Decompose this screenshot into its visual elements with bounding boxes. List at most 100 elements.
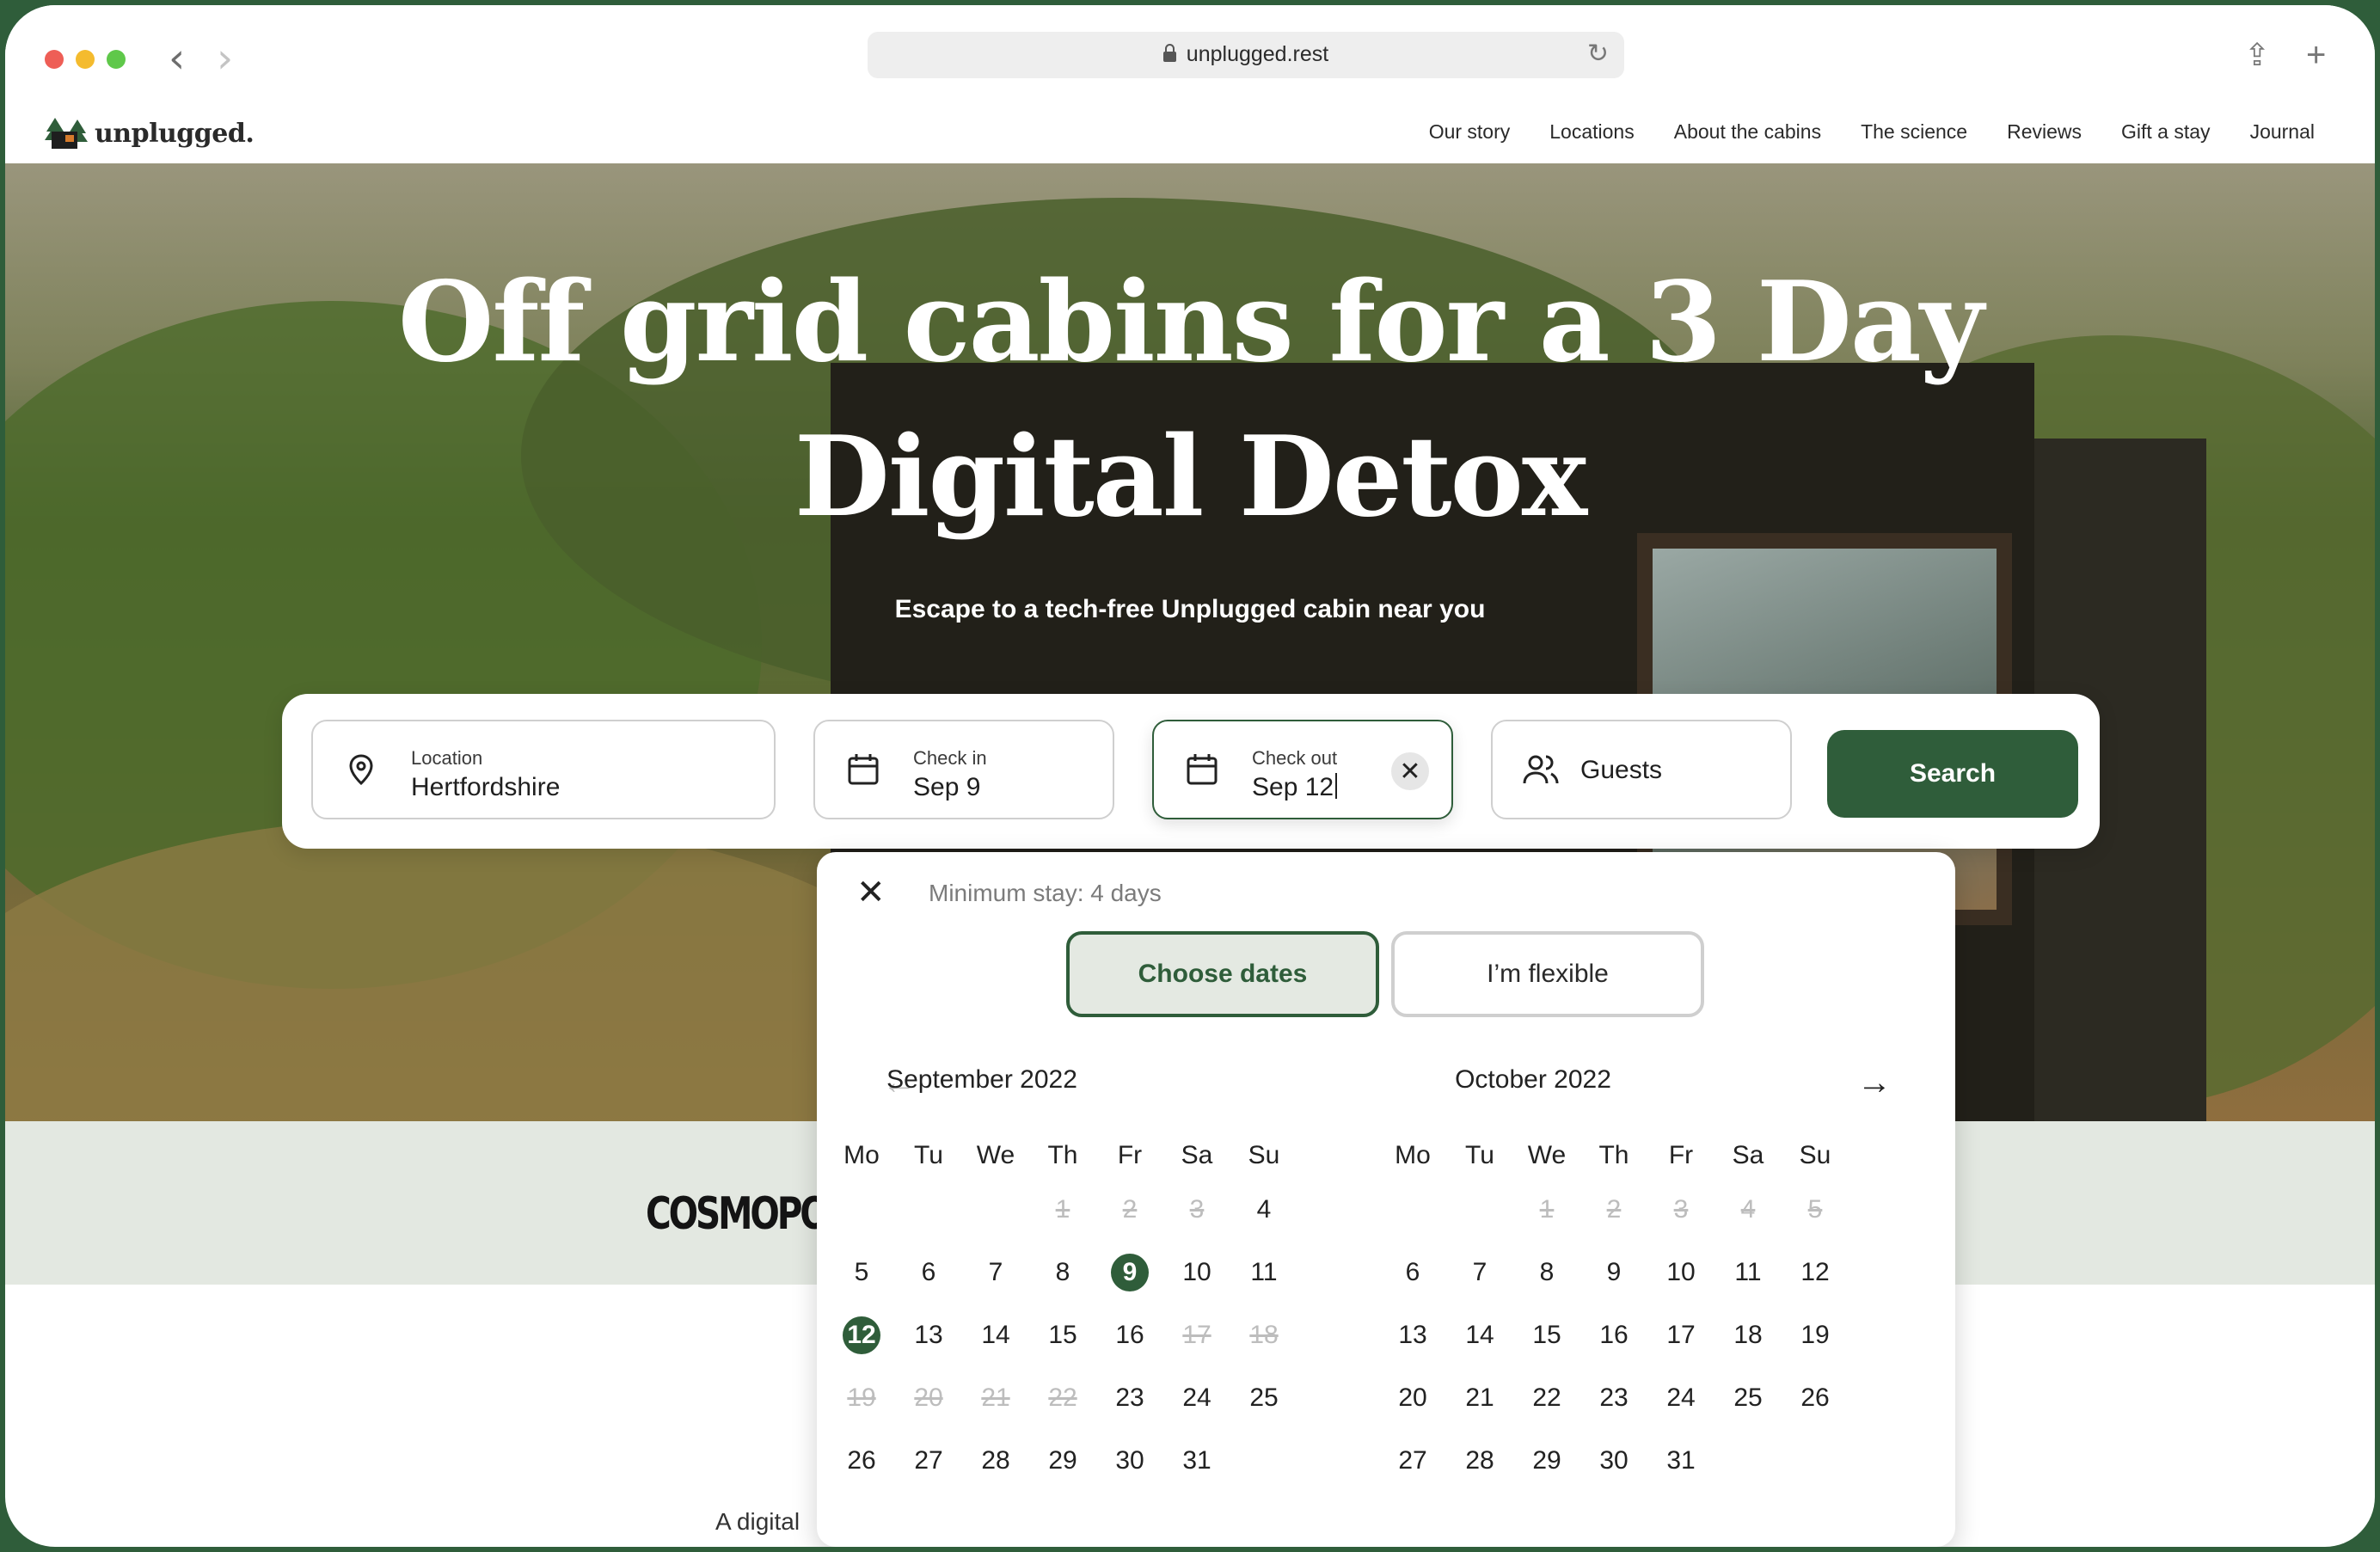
next-month-icon[interactable]: → (1857, 1064, 1892, 1102)
calendar-day[interactable]: 14 (1449, 1316, 1511, 1354)
nav-reviews[interactable]: Reviews (2007, 120, 2082, 144)
minimize-window-button[interactable] (76, 50, 95, 69)
forward-icon[interactable]: › (217, 36, 233, 81)
calendar-day: 17 (1182, 1321, 1211, 1349)
share-icon[interactable]: ⇪ (2244, 36, 2270, 74)
maximize-window-button[interactable] (107, 50, 126, 69)
calendar-day[interactable]: 12 (1784, 1254, 1846, 1291)
calendar-day[interactable]: 13 (1382, 1316, 1444, 1354)
calendar-day[interactable]: 30 (1099, 1442, 1161, 1480)
calendar-day[interactable]: 25 (1233, 1379, 1295, 1417)
location-pin-icon (349, 754, 373, 786)
checkout-value-text: Sep 12 (1252, 773, 1334, 801)
nav-locations[interactable]: Locations (1549, 120, 1634, 144)
weekday-header: We (976, 1141, 1015, 1169)
calendar-day[interactable]: 29 (1516, 1442, 1578, 1480)
calendar-day[interactable]: 8 (1032, 1254, 1094, 1291)
calendar-day[interactable]: 28 (965, 1442, 1027, 1480)
guests-field[interactable]: Guests (1491, 720, 1792, 819)
close-window-button[interactable] (45, 50, 64, 69)
hero-meadow (5, 817, 951, 1121)
calendar-day[interactable]: 7 (965, 1254, 1027, 1291)
calendar-day[interactable]: 9 (1099, 1254, 1161, 1291)
address-bar[interactable]: unplugged.rest ↻ (868, 32, 1624, 78)
nav-our-story[interactable]: Our story (1429, 120, 1511, 144)
calendar-day[interactable]: 15 (1032, 1316, 1094, 1354)
reload-icon[interactable]: ↻ (1587, 39, 1609, 69)
month-title-september: September 2022 (886, 1065, 1077, 1094)
weekday-header: Th (1047, 1141, 1078, 1169)
calendar-day[interactable]: 11 (1717, 1254, 1779, 1291)
checkout-value[interactable]: Sep 12 (1252, 773, 1338, 802)
checkout-field[interactable]: Check out Sep 12 ✕ (1152, 720, 1453, 819)
calendar-day[interactable]: 16 (1583, 1316, 1645, 1354)
main-nav: Our story Locations About the cabins The… (1429, 120, 2315, 144)
calendar-icon (848, 754, 879, 785)
calendar-day[interactable]: 13 (898, 1316, 960, 1354)
calendar-day[interactable]: 20 (1382, 1379, 1444, 1417)
calendar-day[interactable]: 26 (1784, 1379, 1846, 1417)
flexible-button[interactable]: I’m flexible (1391, 931, 1704, 1017)
calendar-day[interactable]: 23 (1583, 1379, 1645, 1417)
calendar-day: 3 (1673, 1195, 1689, 1224)
nav-the-science[interactable]: The science (1861, 120, 1967, 144)
calendar-day: 18 (1249, 1321, 1279, 1349)
nav-gift-a-stay[interactable]: Gift a stay (2121, 120, 2211, 144)
search-button[interactable]: Search (1827, 730, 2078, 818)
choose-dates-button[interactable]: Choose dates (1066, 931, 1379, 1017)
calendar-day[interactable]: 12 (831, 1316, 892, 1354)
calendar-day: 21 (981, 1383, 1010, 1412)
new-tab-icon[interactable]: + (2306, 36, 2326, 74)
calendar-day[interactable]: 10 (1650, 1254, 1712, 1291)
nav-journal[interactable]: Journal (2250, 120, 2315, 144)
calendar-day[interactable]: 19 (1784, 1316, 1846, 1354)
checkin-field[interactable]: Check in Sep 9 (813, 720, 1114, 819)
calendar-day[interactable]: 31 (1650, 1442, 1712, 1480)
calendar-day[interactable]: 14 (965, 1316, 1027, 1354)
calendar-day[interactable]: 26 (831, 1442, 892, 1480)
calendar-day[interactable]: 8 (1516, 1254, 1578, 1291)
weekday-header: Tu (914, 1141, 943, 1169)
close-icon[interactable]: ✕ (856, 873, 886, 912)
calendar-day[interactable]: 11 (1233, 1254, 1295, 1291)
clear-checkout-button[interactable]: ✕ (1391, 752, 1429, 790)
calendar-day[interactable]: 24 (1650, 1379, 1712, 1417)
hero-subtitle: Escape to a tech-free Unplugged cabin ne… (894, 595, 1486, 623)
calendar-day[interactable]: 29 (1032, 1442, 1094, 1480)
url-text: unplugged.rest (1186, 42, 1329, 66)
calendar-day[interactable]: 22 (1516, 1379, 1578, 1417)
calendar-day[interactable]: 27 (1382, 1442, 1444, 1480)
hero-title-line2: Digital Detox (794, 413, 1587, 542)
calendar-day[interactable]: 4 (1233, 1191, 1295, 1229)
calendar-day[interactable]: 24 (1166, 1379, 1228, 1417)
calendar-day[interactable]: 10 (1166, 1254, 1228, 1291)
calendar-day[interactable]: 25 (1717, 1379, 1779, 1417)
calendar-day[interactable]: 21 (1449, 1379, 1511, 1417)
calendar-day[interactable]: 31 (1166, 1442, 1228, 1480)
calendar-day[interactable]: 27 (898, 1442, 960, 1480)
logo[interactable]: unplugged. (45, 113, 255, 153)
calendar-day[interactable]: 6 (898, 1254, 960, 1291)
calendar-day[interactable]: 28 (1449, 1442, 1511, 1480)
date-picker-popover: ✕ Minimum stay: 4 days Choose dates I’m … (817, 852, 1955, 1547)
calendar-day[interactable]: 15 (1516, 1316, 1578, 1354)
calendar-day[interactable]: 9 (1583, 1254, 1645, 1291)
intro-text: A digital (715, 1508, 800, 1535)
calendar-day[interactable]: 5 (831, 1254, 892, 1291)
calendar-day[interactable]: 30 (1583, 1442, 1645, 1480)
calendar-day: 5 (1807, 1195, 1823, 1224)
calendar-day[interactable]: 6 (1382, 1254, 1444, 1291)
calendar-day[interactable]: 18 (1717, 1316, 1779, 1354)
calendar-day[interactable]: 23 (1099, 1379, 1161, 1417)
back-icon[interactable]: ‹ (169, 36, 185, 81)
calendar-day: 22 (1048, 1383, 1077, 1412)
location-field[interactable]: Location Hertfordshire (311, 720, 776, 819)
nav-about-cabins[interactable]: About the cabins (1674, 120, 1821, 144)
weekday-header: Su (1248, 1141, 1280, 1169)
weekday-header: We (1527, 1141, 1567, 1169)
calendar-day[interactable]: 17 (1650, 1316, 1712, 1354)
weekday-header: Mo (843, 1141, 880, 1169)
calendar-day[interactable]: 16 (1099, 1316, 1161, 1354)
calendar-day[interactable]: 7 (1449, 1254, 1511, 1291)
minimum-stay-note: Minimum stay: 4 days (929, 880, 1162, 906)
